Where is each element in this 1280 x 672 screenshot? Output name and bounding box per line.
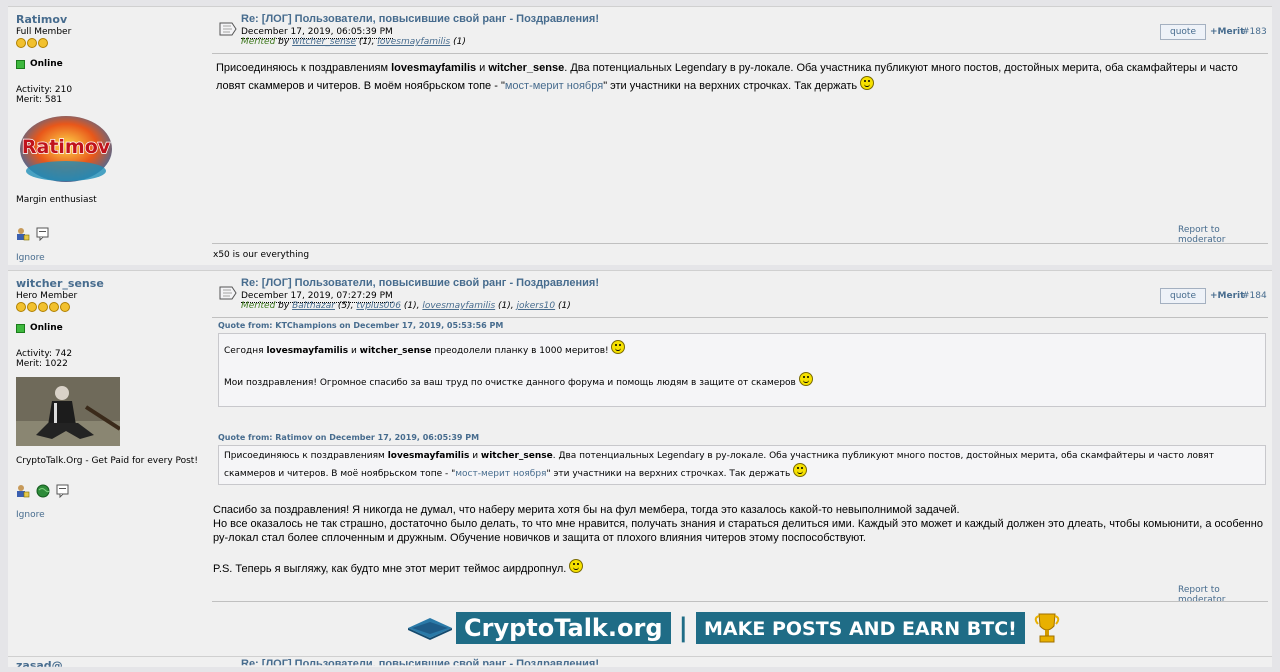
activity-stat: Activity: 210 <box>16 85 73 95</box>
poster-info: Ratimov Full Member Online Activity: 210… <box>16 13 204 263</box>
banner-separator: | <box>678 613 689 643</box>
merit-stat: Merit: 1022 <box>16 359 68 369</box>
poster-info: witcher_sense Hero Member Online Activit… <box>16 277 204 520</box>
quote-header-link[interactable]: Quote from: Ratimov on December 17, 2019… <box>218 433 1266 442</box>
smiley-icon <box>611 340 626 354</box>
merit-user-link[interactable]: lovesmayfamilis <box>377 37 450 47</box>
username-link[interactable]: witcher_sense <box>16 277 204 290</box>
merited-by: Merited by witcher_sense (1), lovesmayfa… <box>241 37 466 47</box>
merit-user-link[interactable]: jokers10 <box>517 301 556 311</box>
star-icon <box>38 302 48 312</box>
merit-user-link[interactable]: tvplus006 <box>356 301 401 311</box>
trophy-icon <box>1034 613 1060 643</box>
star-icon <box>49 302 59 312</box>
ignore-link[interactable]: Ignore <box>16 253 204 263</box>
diamond-logo-icon <box>408 618 452 640</box>
thread-page: Ratimov Full Member Online Activity: 210… <box>8 0 1272 667</box>
star-icon <box>27 302 37 312</box>
ignore-link[interactable]: Ignore <box>16 510 204 520</box>
quote-box: Присоединяюсь к поздравлениям lovesmayfa… <box>218 445 1266 485</box>
user-rank: Full Member <box>16 27 72 37</box>
profile-icon[interactable] <box>16 227 30 241</box>
post-subject-link[interactable]: Re: [ЛОГ] Пользователи, повысившие свой … <box>241 658 599 665</box>
rank-stars <box>16 302 204 315</box>
smiley-icon <box>860 76 875 90</box>
online-status: Online <box>16 59 204 69</box>
post-header: Re: [ЛОГ] Пользователи, повысившие свой … <box>212 271 1268 318</box>
personal-text: CryptoTalk.Org - Get Paid for every Post… <box>16 456 198 466</box>
post-content: Re: [ЛОГ] Пользователи, повысившие свой … <box>212 7 1268 260</box>
post-body: Спасибо за поздравления! Я никогда не ду… <box>213 504 1263 575</box>
report-link[interactable]: Report to moderator <box>1178 225 1268 245</box>
website-globe-icon[interactable] <box>36 484 50 498</box>
banner-brand: CryptoTalk.org <box>456 612 671 644</box>
merited-by: Merited by Balthazar (5), tvplus006 (1),… <box>241 301 571 311</box>
topic-icon <box>219 286 237 300</box>
merit-user-link[interactable]: witcher_sense <box>292 37 356 47</box>
star-icon <box>27 38 37 48</box>
post-subject-link[interactable]: Re: [ЛОГ] Пользователи, повысившие свой … <box>241 13 599 25</box>
profile-icon[interactable] <box>16 484 30 498</box>
banner-slogan: MAKE POSTS AND EARN BTC! <box>696 612 1025 644</box>
rank-stars <box>16 38 204 51</box>
post-header: Re: [ЛОГ] Пользователи, повысившие свой … <box>212 7 1268 54</box>
post: Ratimov Full Member Online Activity: 210… <box>8 6 1272 265</box>
avatar <box>16 377 120 446</box>
message-icon[interactable] <box>36 227 50 241</box>
post-body: Присоединяюсь к поздравлениям lovesmayfa… <box>216 62 1238 92</box>
message-icon[interactable] <box>56 484 70 498</box>
quote-header-link[interactable]: Quote from: KTChampions on December 17, … <box>218 321 1266 330</box>
topic-icon <box>219 22 237 36</box>
smiley-icon <box>793 463 808 477</box>
star-icon <box>16 38 26 48</box>
post-subject-link[interactable]: Re: [ЛОГ] Пользователи, повысившие свой … <box>241 277 599 289</box>
post-link[interactable]: мост-мерит ноября <box>455 469 546 479</box>
star-icon <box>60 302 70 312</box>
post: witcher_sense Hero Member Online Activit… <box>8 270 1272 665</box>
personal-text: Margin enthusiast <box>16 195 97 205</box>
avatar: Ratimov <box>16 113 116 185</box>
avatar-logo-text: Ratimov <box>22 136 111 158</box>
star-icon <box>16 302 26 312</box>
activity-stat: Activity: 742 <box>16 349 73 359</box>
report-link[interactable]: Report to moderator <box>1178 585 1268 605</box>
merit-user-link[interactable]: lovesmayfamilis <box>422 301 495 311</box>
merit-stat: Merit: 581 <box>16 95 63 105</box>
quote-box: Сегодня lovesmayfamilis и witcher_sense … <box>218 333 1266 407</box>
star-icon <box>38 38 48 48</box>
post: zasad@ Re: [ЛОГ] Пользователи, повысивши… <box>8 656 1272 667</box>
online-icon <box>16 59 25 69</box>
online-status: Online <box>16 323 204 333</box>
post-number[interactable]: #184 <box>1242 291 1267 301</box>
merit-user-link[interactable]: Balthazar <box>292 301 335 311</box>
user-rank: Hero Member <box>16 291 78 301</box>
quote-button[interactable]: quote <box>1160 24 1206 40</box>
signature-banner[interactable]: CryptoTalk.org | MAKE POSTS AND EARN BTC… <box>408 610 1061 646</box>
quote-block: Quote from: Ratimov on December 17, 2019… <box>218 433 1266 485</box>
quote-block: Quote from: KTChampions on December 17, … <box>218 321 1266 407</box>
post-content: Re: [ЛОГ] Пользователи, повысившие свой … <box>212 271 1268 605</box>
username-link[interactable]: Ratimov <box>16 13 204 26</box>
quote-button[interactable]: quote <box>1160 288 1206 304</box>
smiley-icon <box>569 559 584 573</box>
username-link[interactable]: zasad@ <box>16 659 63 667</box>
merit-button[interactable]: +Merit <box>1210 27 1244 37</box>
signature: x50 is our everything <box>213 250 310 260</box>
merit-button[interactable]: +Merit <box>1210 291 1244 301</box>
online-icon <box>16 323 25 333</box>
smiley-icon <box>798 372 813 386</box>
post-number[interactable]: #183 <box>1242 27 1267 37</box>
post-link[interactable]: мост-мерит ноября <box>505 80 603 92</box>
